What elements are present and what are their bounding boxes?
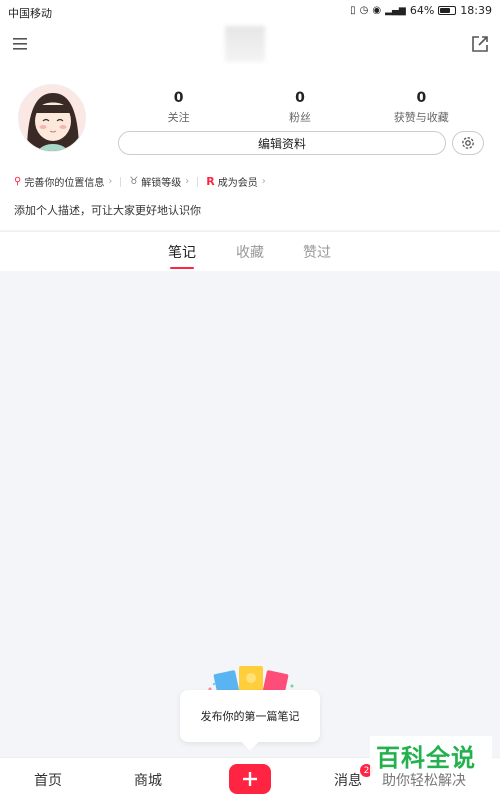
content-tabs: 笔记 收藏 赞过 [0, 231, 500, 271]
publish-button[interactable] [229, 764, 271, 794]
tab-liked[interactable]: 赞过 [303, 242, 331, 262]
signal-icon: ▂▄▆ [385, 5, 406, 16]
stat-value: 0 [416, 90, 427, 106]
blurred-username [155, 24, 335, 64]
chevron-right-icon: › [185, 176, 190, 187]
nav-mall[interactable]: 商城 [134, 770, 162, 790]
stats-row: 0 关注 0 粉丝 0 获赞与收藏 [118, 90, 482, 125]
stat-likes[interactable]: 0 获赞与收藏 [361, 90, 482, 125]
vibrate-icon: ▯ [350, 5, 356, 16]
blurred-block [225, 26, 265, 62]
battery-icon [438, 6, 457, 15]
watermark-subtitle: 助你轻松解决 [382, 773, 466, 789]
profile-header: 0 关注 0 粉丝 0 获赞与收藏 编辑资料 ⚲ 完善你的位置信息 › ♉ 解锁… [0, 64, 500, 230]
chip-location[interactable]: ⚲ 完善你的位置信息 › [14, 174, 112, 189]
status-icons: ▯ ◷ ◉ ▂▄▆ 64% 18:39 [350, 4, 492, 17]
member-icon: R [206, 175, 215, 188]
watermark: 百科全说 助你轻松解决 [370, 736, 492, 796]
stat-label: 粉丝 [288, 111, 311, 124]
chip-level[interactable]: ♉ 解锁等级 › [129, 174, 189, 189]
share-icon[interactable] [468, 32, 492, 56]
nav-messages[interactable]: 消息 [334, 770, 362, 790]
plus-icon [243, 772, 257, 786]
stat-label: 获赞与收藏 [393, 111, 449, 124]
watermark-title: 百科全说 [376, 744, 476, 772]
empty-state-tooltip[interactable]: 发布你的第一篇笔记 [180, 690, 320, 742]
status-bar: 中国移动 ▯ ◷ ◉ ▂▄▆ 64% 18:39 [0, 0, 500, 24]
nav-home[interactable]: 首页 [34, 770, 62, 790]
divider [120, 176, 122, 187]
edit-profile-button[interactable]: 编辑资料 [118, 131, 446, 155]
stat-label: 关注 [167, 111, 190, 124]
divider [197, 176, 199, 187]
tab-collections[interactable]: 收藏 [236, 242, 264, 262]
chevron-right-icon: › [108, 176, 113, 187]
stat-value: 0 [173, 90, 184, 106]
menu-icon[interactable] [8, 32, 32, 56]
top-bar [0, 24, 500, 64]
chip-label: 解锁等级 [141, 178, 182, 189]
chip-member[interactable]: R 成为会员 › [206, 174, 265, 189]
eye-icon: ◉ [372, 5, 382, 16]
gear-icon [462, 137, 474, 149]
clock: 18:39 [460, 4, 492, 17]
chevron-right-icon: › [261, 176, 266, 187]
carrier-label: 中国移动 [8, 7, 52, 20]
settings-button[interactable] [452, 131, 484, 155]
avatar[interactable] [18, 84, 86, 152]
location-icon: ⚲ [14, 176, 22, 187]
tab-notes[interactable]: 笔记 [168, 242, 196, 262]
profile-description[interactable]: 添加个人描述，可让大家更好地认识你 [14, 202, 201, 218]
empty-state-text: 发布你的第一篇笔记 [200, 710, 300, 723]
alarm-icon: ◷ [359, 5, 369, 16]
chip-label: 完善你的位置信息 [24, 178, 105, 189]
profile-chips: ⚲ 完善你的位置信息 › ♉ 解锁等级 › R 成为会员 › [14, 174, 266, 189]
stat-following[interactable]: 0 关注 [118, 90, 239, 125]
stat-value: 0 [295, 90, 305, 106]
chip-label: 成为会员 [217, 178, 258, 189]
stat-followers[interactable]: 0 粉丝 [239, 90, 360, 125]
battery-percent: 64% [409, 4, 435, 17]
medal-icon: ♉ [129, 176, 139, 187]
tab-underline [170, 267, 194, 269]
